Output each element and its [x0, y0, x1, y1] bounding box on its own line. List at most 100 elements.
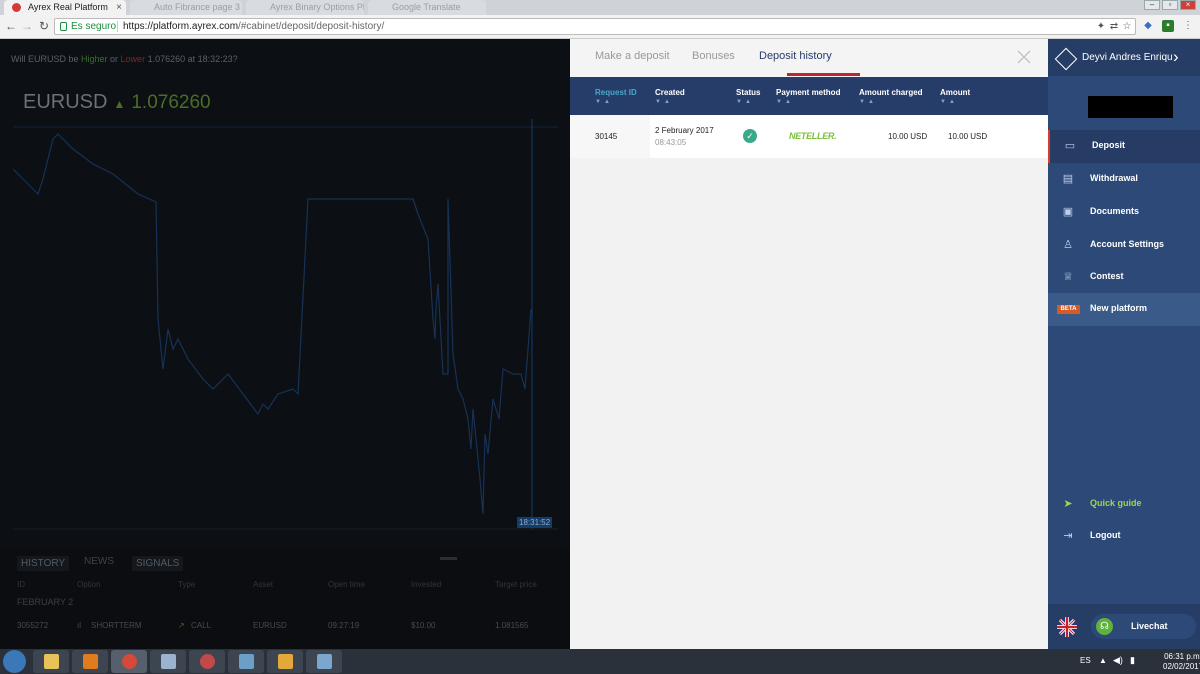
tab-label: Ayrex Real Platform: [28, 2, 108, 12]
sidebar-item-contest[interactable]: ♕ Contest: [1048, 261, 1200, 294]
tab-label: Ayrex Binary Options Pl...: [270, 2, 364, 12]
minimize-icon[interactable]: –: [1144, 0, 1160, 10]
col-request-id[interactable]: Request ID: [595, 88, 637, 97]
volume-icon[interactable]: ◀): [1113, 655, 1123, 666]
network-icon[interactable]: ▮: [1130, 655, 1135, 666]
tab-history[interactable]: HISTORY: [17, 556, 70, 571]
extension-badge-icon[interactable]: ▪: [1162, 20, 1174, 32]
address-bar[interactable]: Es seguro https://platform.ayrex.com/#ca…: [54, 18, 1136, 35]
forward-arrow-icon[interactable]: →: [20, 19, 34, 33]
history-panel: HISTORY NEWS SIGNALS ID Option Type Asse…: [0, 549, 570, 649]
taskbar-app[interactable]: [189, 650, 225, 673]
sort-icon[interactable]: ▼▲: [940, 99, 958, 105]
chevron-up-icon[interactable]: ▲: [1099, 656, 1107, 665]
sort-icon[interactable]: ▼▲: [776, 99, 794, 105]
history-type: CALL: [191, 621, 212, 630]
up-arrow-icon: ▲: [113, 97, 126, 111]
cabinet-modal: Make a deposit Bonuses Deposit history R…: [570, 39, 1048, 649]
col-status[interactable]: Status: [736, 88, 760, 97]
maximize-icon[interactable]: ▫: [1162, 0, 1178, 10]
history-invested: $10.00: [411, 621, 436, 630]
sidebar-item-new-platform[interactable]: BETA New platform: [1048, 293, 1200, 326]
date-group-label: FEBRUARY 2: [17, 597, 74, 607]
taskbar-clock[interactable]: 06:31 p.m. 02/02/2017: [1163, 652, 1200, 672]
taskbar-app[interactable]: [267, 650, 303, 673]
close-icon[interactable]: [1016, 49, 1032, 65]
chevron-right-icon[interactable]: ›: [1173, 47, 1179, 67]
secure-label: Es seguro: [71, 21, 117, 32]
tab-bonuses[interactable]: Bonuses: [692, 50, 735, 62]
taskbar-app[interactable]: [228, 650, 264, 673]
reload-icon[interactable]: ↻: [37, 19, 51, 33]
lower-link[interactable]: Lower: [121, 54, 146, 64]
sidebar-item-label: Contest: [1090, 271, 1124, 281]
sidebar-item-withdrawal[interactable]: ▤ Withdrawal: [1048, 163, 1200, 196]
translate-icon[interactable]: ⇄: [1108, 21, 1120, 33]
pin-icon[interactable]: ✦: [1095, 21, 1107, 33]
user-header[interactable]: Deyvi Andres Enriqu ›: [1048, 39, 1200, 76]
calculator-icon: [161, 654, 176, 669]
taskbar-media-player[interactable]: [72, 650, 108, 673]
id-card-icon: ▣: [1062, 206, 1074, 218]
back-arrow-icon[interactable]: ←: [4, 19, 18, 33]
browser-tab[interactable]: Ayrex Binary Options Pl...: [246, 0, 364, 15]
tab-label: Auto Fibrance page 3 -: [154, 2, 242, 12]
app-icon: [239, 654, 254, 669]
tab-deposit-history[interactable]: Deposit history: [759, 50, 832, 62]
sidebar-item-documents[interactable]: ▣ Documents: [1048, 196, 1200, 229]
sort-icon[interactable]: ▼▲: [655, 99, 673, 105]
taskbar-chrome[interactable]: [111, 650, 147, 673]
sidebar-item-deposit[interactable]: ▭ Deposit: [1048, 130, 1200, 163]
check-icon: ✓: [743, 129, 757, 143]
folder-icon: [44, 654, 59, 669]
asset-price: 1.076260: [131, 92, 211, 113]
tab-make-deposit[interactable]: Make a deposit: [595, 50, 670, 62]
ayrex-logo-icon: [1054, 47, 1078, 71]
sidebar-item-quick-guide[interactable]: ➤ Quick guide: [1048, 488, 1200, 521]
history-asset: EURUSD: [253, 621, 287, 630]
taskbar-calculator[interactable]: [150, 650, 186, 673]
sidebar-item-account-settings[interactable]: ♙ Account Settings: [1048, 229, 1200, 262]
url-text: https://platform.ayrex.com/#cabinet/depo…: [123, 21, 385, 32]
language-indicator[interactable]: ES: [1080, 656, 1091, 665]
windows-start-icon[interactable]: [3, 650, 26, 673]
livechat-button[interactable]: ☊ Livechat: [1091, 614, 1196, 639]
browser-tab[interactable]: Auto Fibrance page 3 -: [130, 0, 242, 15]
close-tab-icon[interactable]: ×: [116, 0, 122, 15]
extension-icon[interactable]: ◆: [1142, 20, 1154, 32]
history-target-price: 1.081565: [495, 621, 529, 630]
browser-toolbar: ← → ↻ Es seguro https://platform.ayrex.c…: [0, 15, 1200, 39]
ayrex-favicon-icon: [12, 3, 21, 12]
user-name: Deyvi Andres Enriqu: [1082, 52, 1173, 63]
col-payment-method[interactable]: Payment method: [776, 88, 840, 97]
lock-icon: [60, 22, 67, 31]
asset-name: EURUSD: [23, 91, 108, 113]
higher-link[interactable]: Higher: [81, 54, 108, 64]
star-icon[interactable]: ☆: [1121, 21, 1133, 33]
col-amount-charged[interactable]: Amount charged: [859, 88, 923, 97]
sort-icon[interactable]: ▼▲: [736, 99, 754, 105]
tab-label: Google Translate: [392, 2, 461, 12]
divider: [117, 21, 118, 32]
tab-news[interactable]: NEWS: [84, 556, 114, 567]
table-row[interactable]: 30145 2 February 2017 08:43:05 ✓ NETELLE…: [570, 115, 1048, 158]
taskbar-explorer[interactable]: [33, 650, 69, 673]
browser-tab[interactable]: Google Translate: [368, 0, 486, 15]
sort-icon[interactable]: ▼▲: [859, 99, 877, 105]
tab-signals[interactable]: SIGNALS: [132, 556, 184, 571]
window-controls: – ▫ ×: [1144, 0, 1196, 12]
amount: 10.00 USD: [948, 132, 988, 141]
col-amount[interactable]: Amount: [940, 88, 970, 97]
call-arrow-icon: ↗: [178, 621, 185, 630]
taskbar-paint[interactable]: [306, 650, 342, 673]
sort-icon[interactable]: ▼▲: [595, 99, 613, 105]
col-created[interactable]: Created: [655, 88, 685, 97]
uk-flag-icon[interactable]: [1057, 617, 1077, 637]
chart-icon: ıl: [77, 621, 81, 630]
menu-dots-icon[interactable]: ⋮: [1182, 20, 1194, 32]
col-asset: Asset: [253, 580, 274, 589]
close-window-icon[interactable]: ×: [1180, 0, 1196, 10]
sidebar-item-logout[interactable]: ⇥ Logout: [1048, 520, 1200, 553]
panel-resize-handle[interactable]: [440, 557, 457, 560]
browser-tab-active[interactable]: Ayrex Real Platform ×: [4, 0, 126, 15]
